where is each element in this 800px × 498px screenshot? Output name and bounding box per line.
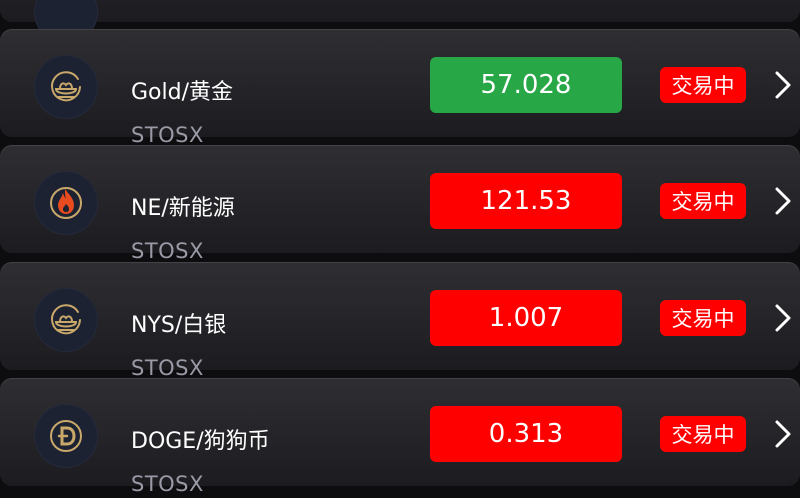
exchange-label: STOSX — [131, 239, 204, 263]
trading-status-badge: 交易中 — [660, 300, 746, 336]
chevron-right-icon[interactable] — [773, 185, 793, 217]
gold-ingot-icon — [34, 55, 98, 119]
market-list: Gold/黄金 STOSX 57.028 交易中 NE/新能源 STOSX 12… — [0, 0, 800, 496]
chevron-right-icon[interactable] — [773, 69, 793, 101]
asset-name: DOGE/狗狗币 — [131, 429, 270, 454]
silver-ingot-icon — [34, 288, 98, 352]
trading-status-badge: 交易中 — [660, 67, 746, 103]
asset-name: Gold/黄金 — [131, 80, 233, 105]
asset-name: NE/新能源 — [131, 196, 235, 221]
price-badge[interactable]: 0.313 — [430, 406, 622, 462]
price-badge[interactable]: 1.007 — [430, 290, 622, 346]
market-row-nys[interactable]: NYS/白银 STOSX 1.007 交易中 — [0, 262, 800, 380]
chevron-right-icon[interactable] — [773, 418, 793, 450]
flame-icon — [34, 171, 98, 235]
market-row-doge[interactable]: DOGE/狗狗币 STOSX 0.313 交易中 — [0, 378, 800, 496]
price-badge[interactable]: 121.53 — [430, 173, 622, 229]
market-row-gold[interactable]: Gold/黄金 STOSX 57.028 交易中 — [0, 29, 800, 147]
chevron-right-icon[interactable] — [773, 302, 793, 334]
trading-status-badge: 交易中 — [660, 183, 746, 219]
trading-status-badge: 交易中 — [660, 416, 746, 452]
market-row-partial[interactable] — [0, 0, 800, 44]
asset-name: NYS/白银 — [131, 313, 227, 338]
dogecoin-icon — [34, 404, 98, 468]
price-badge[interactable]: 57.028 — [430, 57, 622, 113]
market-row-ne[interactable]: NE/新能源 STOSX 121.53 交易中 — [0, 145, 800, 263]
exchange-label: STOSX — [131, 472, 204, 496]
